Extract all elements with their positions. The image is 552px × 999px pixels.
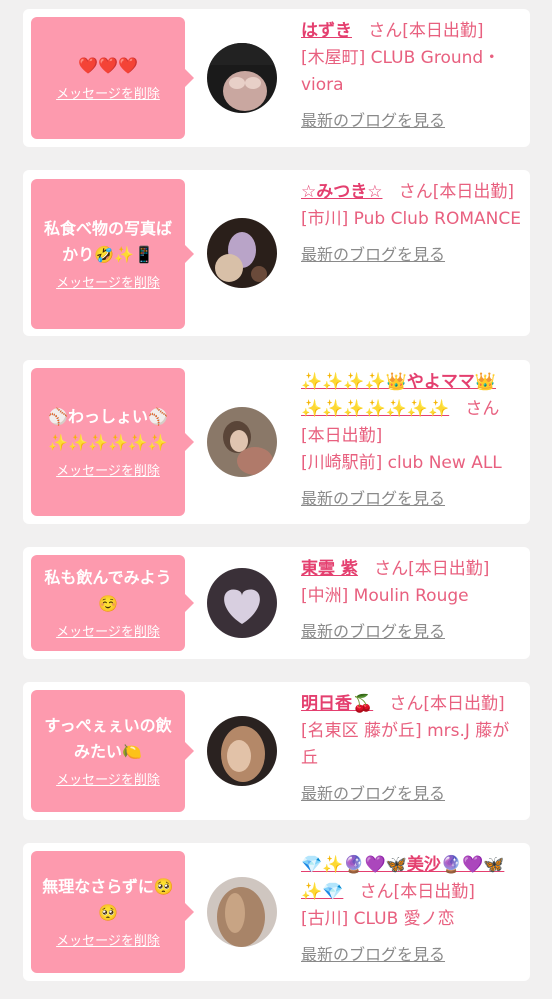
avatar[interactable] <box>207 218 277 288</box>
message-bubble: ⚾わっしょい⚾✨✨✨✨✨✨ メッセージを削除 <box>31 368 194 516</box>
status-text: さん[本日出勤] <box>368 21 484 41</box>
message-text: ⚾わっしょい⚾✨✨✨✨✨✨ <box>48 406 168 452</box>
blog-link[interactable]: 最新のブログを見る <box>301 618 445 645</box>
message-bubble: 無理なさらずに🥺🥺 メッセージを削除 <box>31 851 194 973</box>
delete-message-link[interactable]: メッセージを削除 <box>56 624 160 642</box>
delete-message-link[interactable]: メッセージを削除 <box>56 772 160 790</box>
message-card: 無理なさらずに🥺🥺 メッセージを削除 💎✨🔮💜🦋美沙🔮💜🦋✨💎 さん[本日出勤]… <box>23 843 530 981</box>
cast-info: 明日香🍒 さん[本日出勤] [名東区 藤が丘] mrs.J 藤が丘 最新のブログ… <box>301 691 523 808</box>
avatar[interactable] <box>207 877 277 947</box>
message-card: すっぺぇぇいの飲みたい🍋 メッセージを削除 明日香🍒 さん[本日出勤] [名東区… <box>23 682 530 820</box>
shop-name: [市川] Pub Club ROMANCE <box>301 209 521 229</box>
cast-name-link[interactable]: ☆みつき☆ <box>301 182 382 202</box>
message-bubble: 私食べ物の写真ばかり🤣✨📱 メッセージを削除 <box>31 179 194 329</box>
message-bubble: 私も飲んでみよう☺️ メッセージを削除 <box>31 555 194 651</box>
avatar[interactable] <box>207 568 277 638</box>
cast-info: 東雲 紫 さん[本日出勤] [中洲] Moulin Rouge 最新のブログを見… <box>301 556 523 646</box>
avatar-photo-icon <box>207 716 277 786</box>
avatar[interactable] <box>207 43 277 113</box>
avatar[interactable] <box>207 716 277 786</box>
cast-info: 💎✨🔮💜🦋美沙🔮💜🦋✨💎 さん[本日出勤] [古川] CLUB 愛ノ恋 最新のブ… <box>301 852 523 969</box>
status-text: さん[本日出勤] <box>374 559 490 579</box>
blog-link[interactable]: 最新のブログを見る <box>301 241 445 268</box>
blog-link[interactable]: 最新のブログを見る <box>301 941 445 968</box>
blog-link[interactable]: 最新のブログを見る <box>301 485 445 512</box>
status-text: さん[本日出勤] <box>359 882 475 902</box>
delete-message-link[interactable]: メッセージを削除 <box>56 275 160 293</box>
avatar-photo-icon <box>207 568 277 638</box>
blog-link[interactable]: 最新のブログを見る <box>301 780 445 807</box>
cast-name-link[interactable]: はずき <box>301 21 352 41</box>
message-bubble: すっぺぇぇいの飲みたい🍋 メッセージを削除 <box>31 690 194 812</box>
shop-name: [川崎駅前] club New ALL <box>301 453 502 473</box>
avatar[interactable] <box>207 407 277 477</box>
message-text: すっぺぇぇいの飲みたい🍋 <box>44 715 172 761</box>
cast-name-link[interactable]: 東雲 紫 <box>301 559 358 579</box>
avatar-photo-icon <box>207 218 277 288</box>
message-card: ❤️❤️❤️ メッセージを削除 はずき さん[本日出勤] [木屋町] CLUB … <box>23 9 530 147</box>
message-bubble: ❤️❤️❤️ メッセージを削除 <box>31 17 194 139</box>
cast-name-link[interactable]: 明日香🍒 <box>301 694 373 714</box>
shop-name: [名東区 藤が丘] mrs.J 藤が丘 <box>301 721 510 768</box>
message-card: 私食べ物の写真ばかり🤣✨📱 メッセージを削除 ☆みつき☆ さん[本日出勤] [市… <box>23 170 530 336</box>
message-text: 私食べ物の写真ばかり🤣✨📱 <box>43 218 172 264</box>
message-text: 無理なさらずに🥺🥺 <box>42 876 174 922</box>
message-text: 私も飲んでみよう☺️ <box>44 567 172 613</box>
cast-info: ☆みつき☆ さん[本日出勤] [市川] Pub Club ROMANCE 最新の… <box>301 179 523 269</box>
avatar-photo-icon <box>207 407 277 477</box>
message-card: ⚾わっしょい⚾✨✨✨✨✨✨ メッセージを削除 ✨✨✨✨👑やよママ👑✨✨✨✨✨✨✨… <box>23 360 530 524</box>
status-text: さん[本日出勤] <box>398 182 514 202</box>
message-card: 私も飲んでみよう☺️ メッセージを削除 東雲 紫 さん[本日出勤] [中洲] M… <box>23 547 530 659</box>
avatar-photo-icon <box>207 877 277 947</box>
shop-name: [古川] CLUB 愛ノ恋 <box>301 909 455 929</box>
cast-info: はずき さん[本日出勤] [木屋町] CLUB Ground・viora 最新の… <box>301 18 523 135</box>
delete-message-link[interactable]: メッセージを削除 <box>56 463 160 481</box>
shop-name: [中洲] Moulin Rouge <box>301 586 469 606</box>
avatar-photo-icon <box>207 43 277 113</box>
delete-message-link[interactable]: メッセージを削除 <box>56 933 160 951</box>
delete-message-link[interactable]: メッセージを削除 <box>56 86 160 104</box>
message-text: ❤️❤️❤️ <box>78 55 138 75</box>
cast-info: ✨✨✨✨👑やよママ👑✨✨✨✨✨✨✨ さん[本日出勤] [川崎駅前] club N… <box>301 369 523 513</box>
status-text: さん[本日出勤] <box>389 694 505 714</box>
blog-link[interactable]: 最新のブログを見る <box>301 107 445 134</box>
shop-name: [木屋町] CLUB Ground・viora <box>301 48 501 95</box>
